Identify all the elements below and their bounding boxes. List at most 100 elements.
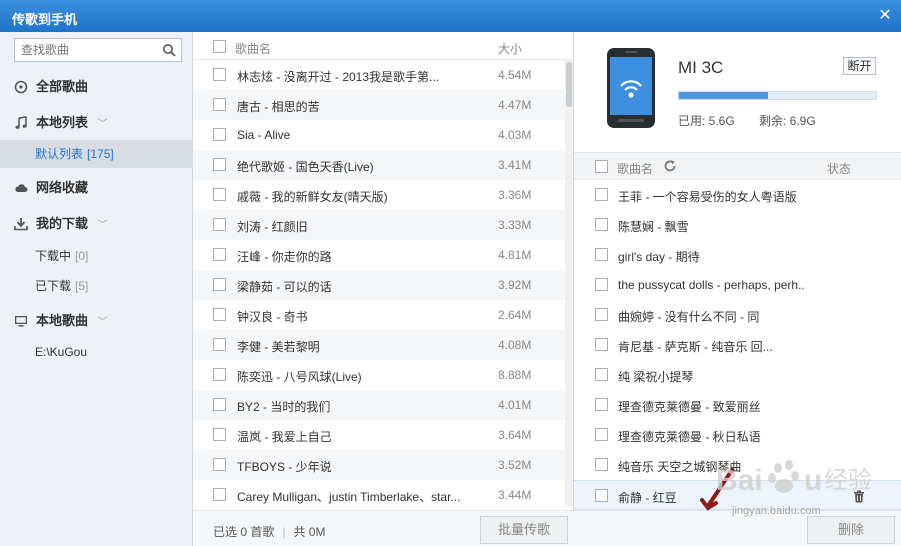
song-row[interactable]: 刘涛 - 红颜旧 3.33M	[193, 210, 565, 240]
row-checkbox[interactable]	[595, 428, 608, 441]
row-checkbox[interactable]	[213, 458, 226, 471]
row-checkbox[interactable]	[213, 158, 226, 171]
row-checkbox[interactable]	[213, 218, 226, 231]
select-all-checkbox[interactable]	[213, 40, 226, 53]
sidebar-item-kugou-folder[interactable]: E:\KuGou	[0, 338, 193, 366]
song-row[interactable]: 唐古 - 相思的苦 4.47M	[193, 90, 565, 120]
phone-song-row[interactable]: 曲婉婷 - 没有什么不同 - 同	[574, 300, 901, 330]
phone-song-row[interactable]: girl's day - 期待	[574, 240, 901, 270]
row-checkbox[interactable]	[595, 398, 608, 411]
sidebar-item-all-songs[interactable]: 全部歌曲	[0, 72, 193, 102]
row-checkbox[interactable]	[595, 218, 608, 231]
row-checkbox[interactable]	[213, 278, 226, 291]
chevron-down-icon[interactable]: ﹀	[98, 211, 108, 241]
phone-song-row[interactable]: the pussycat dolls - perhaps, perh..	[574, 270, 901, 300]
song-row[interactable]: 汪峰 - 你走你的路 4.81M	[193, 240, 565, 270]
row-checkbox[interactable]	[213, 308, 226, 321]
song-row[interactable]: 绝代歌姬 - 国色天香(Live) 3.41M	[193, 150, 565, 180]
song-size: 3.92M	[498, 278, 532, 292]
sidebar-item-label: 全部歌曲	[36, 79, 89, 94]
song-row[interactable]: 林志炫 - 没离开过 - 2013我是歌手第... 4.54M	[193, 60, 565, 90]
song-name: 温岚 - 我爱上自己	[237, 430, 332, 444]
close-icon[interactable]: ✕	[875, 6, 895, 26]
delete-button[interactable]: 删除	[807, 516, 895, 544]
row-checkbox[interactable]	[595, 368, 608, 381]
phone-song-row[interactable]: 陈慧娴 - 飘雪	[574, 210, 901, 240]
search-box[interactable]	[14, 38, 182, 62]
scrollbar[interactable]	[565, 60, 573, 506]
song-row[interactable]: Carey Mulligan、justin Timberlake、star...…	[193, 480, 565, 510]
row-checkbox[interactable]	[213, 428, 226, 441]
phone-song-row[interactable]: 肯尼基 - 萨克斯 - 纯音乐 回...	[574, 330, 901, 360]
song-row[interactable]: 梁静茹 - 可以的话 3.92M	[193, 270, 565, 300]
song-name: 陈慧娴 - 飘雪	[618, 220, 689, 234]
sidebar-item-default-list[interactable]: 默认列表 [175]	[0, 140, 193, 168]
disconnect-button[interactable]: 断开	[843, 57, 876, 75]
search-icon[interactable]	[162, 43, 176, 57]
phone-song-row[interactable]: 理查德克莱德曼 - 致爱丽丝	[574, 390, 901, 420]
chevron-down-icon[interactable]: ﹀	[98, 308, 108, 338]
row-checkbox[interactable]	[595, 458, 608, 471]
row-checkbox[interactable]	[213, 338, 226, 351]
row-checkbox[interactable]	[213, 98, 226, 111]
row-checkbox[interactable]	[595, 278, 608, 291]
song-row[interactable]: BY2 - 当时的我们 4.01M	[193, 390, 565, 420]
sidebar-item-local-list[interactable]: 本地列表 ﹀	[0, 108, 193, 138]
song-name: 理查德克莱德曼 - 致爱丽丝	[618, 400, 761, 414]
row-checkbox[interactable]	[595, 248, 608, 261]
row-checkbox[interactable]	[595, 338, 608, 351]
device-name: MI 3C	[678, 58, 724, 77]
select-all-checkbox[interactable]	[595, 160, 608, 173]
column-header-name[interactable]: 歌曲名	[235, 40, 271, 57]
row-checkbox[interactable]	[213, 188, 226, 201]
phone-song-row[interactable]: 王菲 - 一个容易受伤的女人粤语版	[574, 180, 901, 210]
row-checkbox[interactable]	[213, 68, 226, 81]
song-row[interactable]: Sia - Alive 4.03M	[193, 120, 565, 150]
batch-transfer-button[interactable]: 批量传歌	[480, 516, 568, 544]
song-name: 肯尼基 - 萨克斯 - 纯音乐 回...	[618, 340, 773, 354]
svg-text:u: u	[804, 464, 822, 497]
row-checkbox[interactable]	[595, 489, 608, 502]
song-size: 3.33M	[498, 218, 532, 232]
selected-count: 已选 0 首歌	[213, 525, 275, 539]
song-row[interactable]: 温岚 - 我爱上自己 3.64M	[193, 420, 565, 450]
row-checkbox[interactable]	[595, 188, 608, 201]
row-checkbox[interactable]	[213, 398, 226, 411]
column-header-size[interactable]: 大小	[498, 40, 522, 57]
sidebar-item-label: 我的下载	[36, 216, 89, 231]
song-size: 4.08M	[498, 338, 532, 352]
sidebar-item-downloaded[interactable]: 已下载 [5]	[0, 272, 193, 300]
phone-song-row[interactable]: 理查德克莱德曼 - 秋日私语	[574, 420, 901, 450]
sidebar-item-downloading[interactable]: 下载中 [0]	[0, 242, 193, 270]
list-footer: 已选 0 首歌 | 共 0M 批量传歌	[193, 510, 574, 546]
refresh-icon[interactable]	[663, 159, 677, 173]
song-row[interactable]: 戚薇 - 我的新鲜女友(晴天版) 3.36M	[193, 180, 565, 210]
scrollbar-thumb[interactable]	[566, 62, 572, 107]
chevron-down-icon[interactable]: ﹀	[98, 110, 108, 140]
storage-remaining: 剩余: 6.9G	[759, 114, 816, 128]
song-row[interactable]: 李健 - 美若黎明 4.08M	[193, 330, 565, 360]
song-name: Carey Mulligan、justin Timberlake、star...	[237, 490, 461, 504]
sidebar-item-my-downloads[interactable]: 我的下载 ﹀	[0, 209, 193, 239]
row-checkbox[interactable]	[213, 248, 226, 261]
song-name: 绝代歌姬 - 国色天香(Live)	[237, 160, 374, 174]
selection-status: 已选 0 首歌 | 共 0M	[213, 525, 326, 539]
row-checkbox[interactable]	[213, 488, 226, 501]
row-checkbox[interactable]	[213, 368, 226, 381]
cloud-icon	[15, 184, 28, 192]
sidebar-item-online-favorites[interactable]: 网络收藏	[0, 173, 193, 203]
song-row[interactable]: TFBOYS - 少年说 3.52M	[193, 450, 565, 480]
song-name: 汪峰 - 你走你的路	[237, 250, 332, 264]
row-checkbox[interactable]	[595, 308, 608, 321]
song-size: 3.44M	[498, 488, 532, 502]
row-checkbox[interactable]	[213, 128, 226, 141]
column-header-status[interactable]: 状态	[827, 160, 851, 177]
song-row[interactable]: 钟汉良 - 奇书 2.64M	[193, 300, 565, 330]
sidebar-item-local-songs[interactable]: 本地歌曲 ﹀	[0, 306, 193, 336]
song-row[interactable]: 陈奕迅 - 八号风球(Live) 8.88M	[193, 360, 565, 390]
song-name: TFBOYS - 少年说	[237, 460, 332, 474]
column-header-name[interactable]: 歌曲名	[617, 160, 653, 177]
phone-song-row[interactable]: 纯 梁祝小提琴	[574, 360, 901, 390]
song-name: 唐古 - 相思的苦	[237, 100, 320, 114]
search-input[interactable]	[15, 39, 155, 61]
